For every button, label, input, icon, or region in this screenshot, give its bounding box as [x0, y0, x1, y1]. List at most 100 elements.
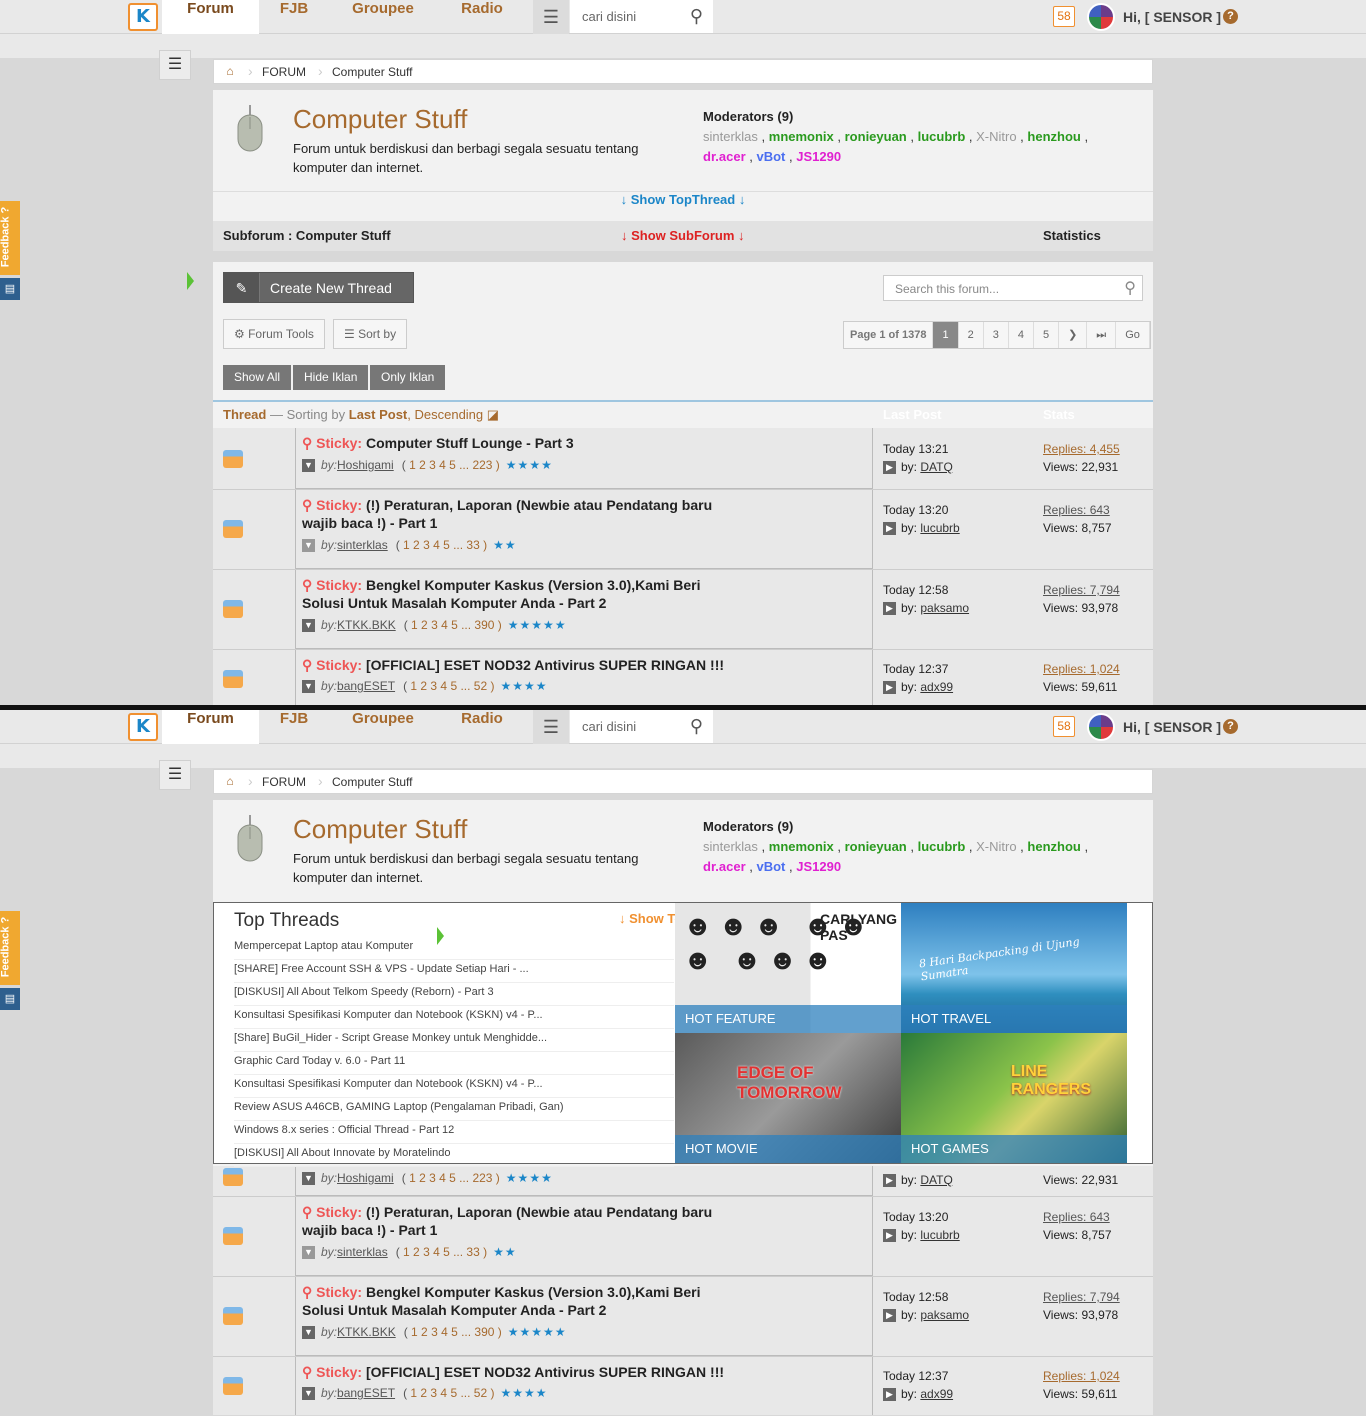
forum-search-input[interactable]: Search this forum... ⚲: [883, 275, 1143, 301]
page-jump-list[interactable]: 1 2 3 4 5 ... 390 ): [411, 618, 502, 632]
replies-link[interactable]: Replies: 643: [1043, 501, 1112, 519]
sort-by-button[interactable]: ☰ Sort by: [333, 319, 408, 349]
nav-groupee[interactable]: Groupee: [335, 0, 431, 34]
author-link[interactable]: bangESET: [337, 679, 395, 693]
last-poster-link[interactable]: lucubrb: [920, 1228, 959, 1242]
thread-title[interactable]: ⚲ Sticky: Bengkel Komputer Kaskus (Versi…: [302, 1283, 742, 1319]
top-thread-link[interactable]: [SHARE] Free Account SSH & VPS - Update …: [234, 960, 674, 983]
search-icon[interactable]: ⚲: [690, 716, 703, 737]
page-link[interactable]: 1: [933, 322, 959, 348]
author-link[interactable]: Hoshigami: [337, 1171, 394, 1185]
top-thread-link[interactable]: [Share] BuGil_Hider - Script Grease Monk…: [234, 1029, 674, 1052]
notification-badge[interactable]: 58: [1053, 6, 1075, 27]
top-thread-link[interactable]: Graphic Card Today v. 6.0 - Part 11: [234, 1052, 674, 1075]
top-thread-link[interactable]: Windows 8.x series : Official Thread - P…: [234, 1121, 674, 1144]
kaskus-logo-icon[interactable]: K: [128, 3, 158, 31]
page-link[interactable]: 2: [959, 322, 984, 348]
last-poster-link[interactable]: adx99: [920, 1387, 953, 1401]
thread-title-text[interactable]: Bengkel Komputer Kaskus (Version 3.0),Ka…: [302, 1284, 701, 1318]
next-page-icon[interactable]: ❯: [1059, 322, 1088, 348]
thread-title[interactable]: ⚲ Sticky: [OFFICIAL] ESET NOD32 Antiviru…: [302, 1363, 742, 1381]
page-jump[interactable]: ( 1 2 3 4 5 ... 223 ): [402, 1171, 500, 1185]
hamburger-menu-icon[interactable]: ☰: [533, 710, 569, 744]
last-page-icon[interactable]: ⏭: [1087, 322, 1117, 348]
filter-hide-iklan[interactable]: Hide Iklan: [293, 365, 369, 390]
hot-travel-tile[interactable]: 8 Hari Backpacking di Ujung Sumatra HOT …: [901, 903, 1127, 1033]
dropdown-icon[interactable]: ▼: [302, 619, 315, 633]
page-jump[interactable]: ( 1 2 3 4 5 ... 390 ): [404, 618, 502, 632]
author-link[interactable]: bangESET: [337, 1386, 395, 1400]
show-topthread-toggle[interactable]: ↓ Show TopThread ↓: [213, 191, 1153, 221]
author-link[interactable]: Hoshigami: [337, 458, 394, 472]
moderator-link[interactable]: sinterklas: [703, 129, 758, 144]
nav-radio[interactable]: Radio: [440, 710, 524, 744]
go-to-post-icon[interactable]: ▶: [883, 1174, 896, 1188]
moderator-link[interactable]: X-Nitro: [976, 839, 1016, 854]
notification-badge[interactable]: 58: [1053, 716, 1075, 737]
sidebar-toggle-icon[interactable]: ☰: [159, 760, 191, 790]
thread-title[interactable]: ⚲ Sticky: [OFFICIAL] ESET NOD32 Antiviru…: [302, 656, 742, 674]
moderator-link[interactable]: mnemonix: [769, 129, 834, 144]
moderator-link[interactable]: JS1290: [796, 149, 841, 164]
filter-show-all[interactable]: Show All: [223, 365, 292, 390]
dropdown-icon[interactable]: ▼: [302, 1246, 315, 1260]
page-link[interactable]: 3: [984, 322, 1009, 348]
home-icon[interactable]: ⌂: [214, 770, 246, 793]
top-thread-link[interactable]: Konsultasi Spesifikasi Komputer dan Note…: [234, 1006, 674, 1029]
help-icon[interactable]: ?: [1223, 719, 1238, 734]
page-jump[interactable]: ( 1 2 3 4 5 ... 390 ): [404, 1325, 502, 1339]
create-thread-button[interactable]: ✎ Create New Thread: [223, 272, 414, 303]
go-to-post-icon[interactable]: ▶: [883, 1388, 896, 1402]
page-jump[interactable]: ( 1 2 3 4 5 ... 52 ): [403, 1386, 494, 1400]
author-link[interactable]: KTKK.BKK: [337, 1325, 396, 1339]
page-jump[interactable]: ( 1 2 3 4 5 ... 33 ): [396, 538, 487, 552]
last-poster-link[interactable]: adx99: [920, 680, 953, 694]
last-poster-link[interactable]: paksamo: [920, 601, 969, 615]
user-greeting[interactable]: Hi, [ SENSOR ]: [1123, 9, 1221, 25]
author-link[interactable]: sinterklas: [337, 1245, 388, 1259]
dropdown-icon[interactable]: ▼: [302, 459, 315, 473]
moderator-link[interactable]: lucubrb: [918, 129, 966, 144]
stats-col[interactable]: Stats: [1043, 402, 1075, 428]
moderator-link[interactable]: dr.acer: [703, 149, 746, 164]
dropdown-icon[interactable]: ▼: [302, 1172, 315, 1186]
search-icon[interactable]: ⚲: [1124, 278, 1136, 298]
go-to-post-icon[interactable]: ▶: [883, 522, 896, 536]
moderator-link[interactable]: mnemonix: [769, 839, 834, 854]
moderator-link[interactable]: ronieyuan: [845, 129, 907, 144]
last-poster-link[interactable]: paksamo: [920, 1308, 969, 1322]
replies-link[interactable]: Replies: 7,794: [1043, 1288, 1120, 1306]
nav-forum[interactable]: Forum: [162, 0, 259, 34]
nav-fjb[interactable]: FJB: [259, 0, 329, 34]
moderator-link[interactable]: dr.acer: [703, 859, 746, 874]
breadcrumb-forum[interactable]: FORUM: [262, 65, 306, 79]
author-link[interactable]: sinterklas: [337, 538, 388, 552]
top-thread-link[interactable]: Review ASUS A46CB, GAMING Laptop (Pengal…: [234, 1098, 674, 1121]
dropdown-icon[interactable]: ▼: [302, 539, 315, 553]
moderator-link[interactable]: sinterklas: [703, 839, 758, 854]
sort-direction-icon[interactable]: ◪: [487, 407, 499, 422]
page-jump[interactable]: ( 1 2 3 4 5 ... 52 ): [403, 679, 494, 693]
thread-title-text[interactable]: Computer Stuff Lounge - Part 3: [366, 435, 574, 451]
dropdown-icon[interactable]: ▼: [302, 680, 315, 694]
replies-link[interactable]: Replies: 7,794: [1043, 581, 1120, 599]
moderator-link[interactable]: henzhou: [1027, 129, 1080, 144]
page-link[interactable]: 4: [1009, 322, 1034, 348]
go-button[interactable]: Go: [1116, 322, 1150, 348]
replies-link[interactable]: Replies: 1,024: [1043, 660, 1120, 678]
statistics-label[interactable]: Statistics: [1043, 221, 1101, 251]
avatar[interactable]: [1087, 3, 1115, 31]
nav-forum[interactable]: Forum: [162, 710, 259, 744]
top-thread-link[interactable]: [DISKUSI] All About Telkom Speedy (Rebor…: [234, 983, 674, 1006]
thread-title[interactable]: ⚲ Sticky: Bengkel Komputer Kaskus (Versi…: [302, 576, 742, 612]
replies-link[interactable]: Replies: 4,455: [1043, 440, 1120, 458]
page-jump-list[interactable]: 1 2 3 4 5 ... 52 ): [410, 1386, 494, 1400]
replies-link[interactable]: Replies: 643: [1043, 1208, 1112, 1226]
filter-only-iklan[interactable]: Only Iklan: [370, 365, 446, 390]
thread-title[interactable]: ⚲ Sticky: (!) Peraturan, Laporan (Newbie…: [302, 1203, 742, 1239]
dropdown-icon[interactable]: ▼: [302, 1387, 315, 1401]
nav-groupee[interactable]: Groupee: [335, 710, 431, 744]
last-post-col[interactable]: Last Post: [883, 402, 942, 428]
feedback-tab[interactable]: Feedback ?: [0, 201, 20, 275]
nav-radio[interactable]: Radio: [440, 0, 524, 34]
